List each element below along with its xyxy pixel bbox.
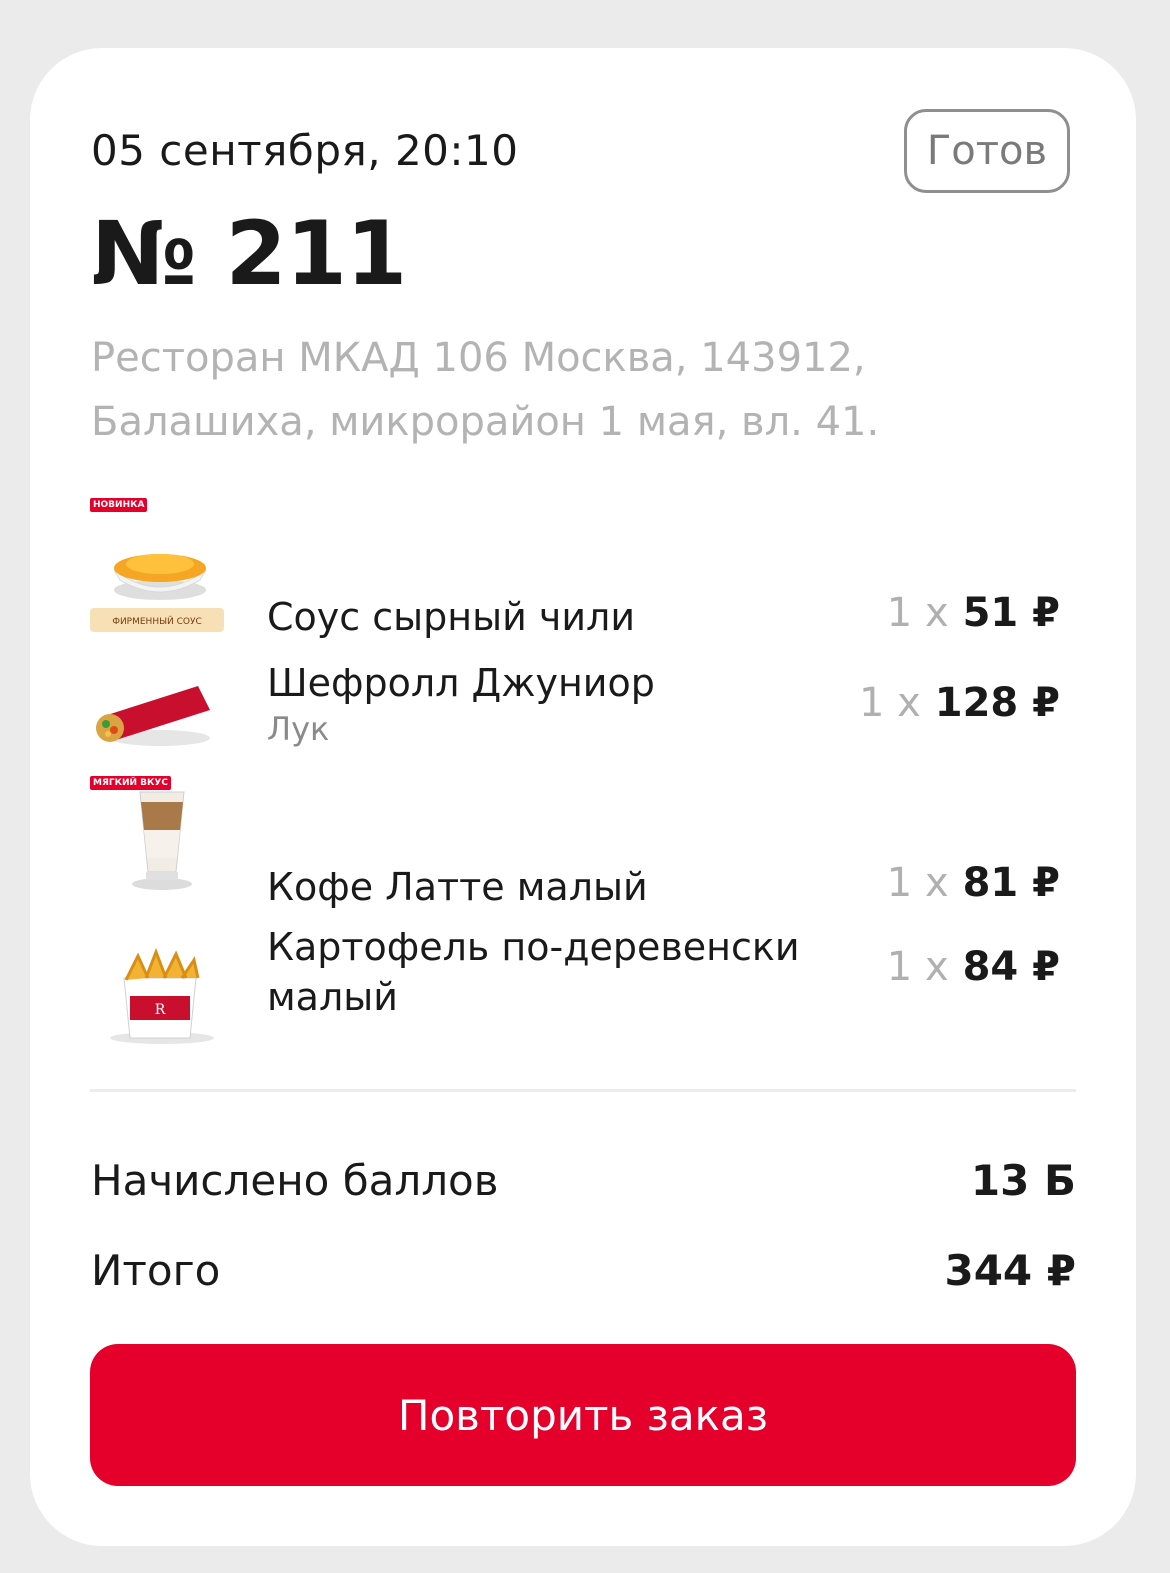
item-price-value: 128 ₽ (934, 680, 1060, 726)
item-qty: 1 x (886, 590, 949, 636)
fries-box-icon: R (110, 947, 214, 1044)
sauce-label: ФИРМЕННЫЙ СОУС (112, 615, 202, 627)
restaurant-address: Ресторан МКАД 106 Москва, 143912, Балаши… (91, 335, 880, 445)
item-price: 1 x 84 ₽ (887, 944, 1060, 990)
sauce-bowl-icon: ФИРМЕННЫЙ СОУС (90, 554, 224, 632)
item-modifier: Лук (267, 710, 330, 748)
item-price-value: 51 ₽ (962, 590, 1060, 636)
item-name: Соус сырный чили (267, 595, 636, 639)
roll-image (90, 658, 230, 758)
soft-taste-badge: МЯГКИЙ ВКУС (90, 776, 171, 790)
item-price-value: 84 ₽ (962, 944, 1060, 990)
total-row: Итого 344 ₽ (91, 1246, 1076, 1306)
wrap-icon (96, 686, 210, 746)
item-name: Картофель по-деревенски малый (267, 925, 800, 1019)
item-name: Кофе Латте малый (267, 865, 648, 909)
item-price-value: 81 ₽ (962, 860, 1060, 906)
svg-text:R: R (155, 1002, 166, 1018)
item-qty: 1 x (886, 944, 949, 990)
total-value: 344 ₽ (944, 1246, 1076, 1295)
list-item: Шефролл Джуниор Лук 1 x 128 ₽ (30, 648, 1136, 768)
potatoes-image: R (90, 942, 230, 1052)
list-item: R Картофель по-деревенски малый 1 x 84 ₽ (30, 922, 1136, 1052)
list-item: НОВИНКА ФИРМЕННЫЙ СОУС Соус сырный чили … (30, 496, 1136, 639)
new-badge: НОВИНКА (90, 498, 148, 512)
item-qty: 1 x (858, 680, 921, 726)
order-date: 05 сентября, 20:10 (91, 126, 519, 175)
points-row: Начислено баллов 13 Б (91, 1156, 1076, 1216)
total-label: Итого (91, 1246, 221, 1295)
status-badge: Готов (904, 109, 1070, 193)
item-price: 1 x 81 ₽ (887, 860, 1060, 906)
list-item: МЯГКИЙ ВКУС Кофе Латте малый 1 x 81 ₽ (30, 772, 1136, 909)
order-number: № 211 (91, 202, 407, 305)
repeat-order-button[interactable]: Повторить заказ (90, 1344, 1076, 1486)
item-name: Шефролл Джуниор (267, 661, 655, 705)
item-price: 1 x 51 ₽ (887, 590, 1060, 636)
item-price: 1 x 128 ₽ (859, 680, 1060, 726)
item-qty: 1 x (886, 860, 949, 906)
sauce-image: НОВИНКА ФИРМЕННЫЙ СОУС (90, 496, 226, 636)
points-label: Начислено баллов (91, 1156, 499, 1205)
points-value: 13 Б (970, 1156, 1076, 1205)
order-card: 05 сентября, 20:10 Готов № 211 Ресторан … (30, 48, 1136, 1546)
divider (90, 1089, 1076, 1092)
latte-image: МЯГКИЙ ВКУС (90, 772, 230, 902)
latte-glass-icon (132, 791, 192, 890)
